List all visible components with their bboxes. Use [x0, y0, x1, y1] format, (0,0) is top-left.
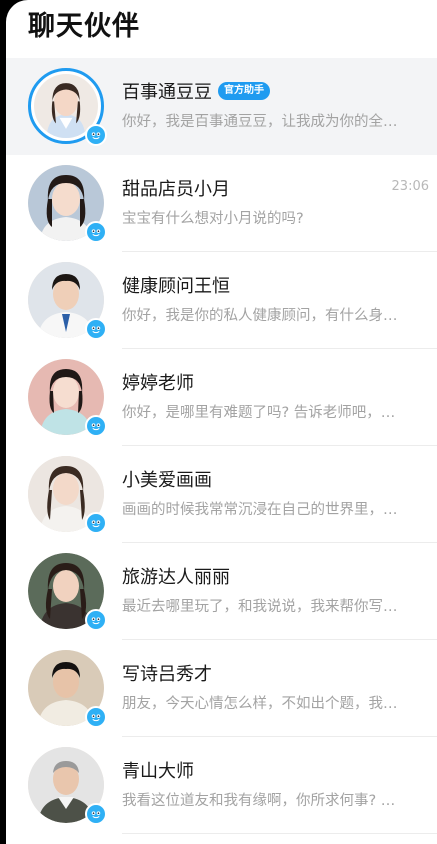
- message-preview: 最近去哪里玩了，和我说说，我来帮你写…: [122, 599, 398, 615]
- conversation-item[interactable]: 青山大师 我看这位道友和我有缘啊，你所求何事? …: [6, 737, 437, 834]
- conversation-item[interactable]: 甜品店员小月 23:06 宝宝有什么想对小月说的吗?: [6, 155, 437, 252]
- message-preview: 宝宝有什么想对小月说的吗?: [122, 211, 304, 227]
- conversation-item[interactable]: 婷婷老师 你好，是哪里有难题了吗? 告诉老师吧，…: [6, 349, 437, 446]
- contact-name: 写诗吕秀才: [122, 664, 212, 685]
- message-preview: 你好，是哪里有难题了吗? 告诉老师吧，…: [122, 405, 396, 421]
- contact-name: 甜品店员小月: [122, 179, 230, 200]
- robot-badge-icon: [85, 803, 107, 825]
- robot-badge-icon: [85, 124, 107, 146]
- contact-name: 健康顾问王恒: [122, 276, 230, 297]
- message-preview: 你好，我是百事通豆豆，让我成为你的全…: [122, 114, 398, 130]
- avatar[interactable]: [28, 165, 107, 243]
- message-preview: 画画的时候我常常沉浸在自己的世界里，…: [122, 502, 398, 518]
- page-title: 聊天伙伴: [28, 11, 140, 42]
- avatar[interactable]: [28, 68, 107, 146]
- avatar[interactable]: [28, 359, 107, 437]
- contact-name: 小美爱画画: [122, 470, 212, 491]
- robot-badge-icon: [85, 706, 107, 728]
- avatar[interactable]: [28, 747, 107, 825]
- contact-name: 旅游达人丽丽: [122, 567, 230, 588]
- avatar[interactable]: [28, 456, 107, 534]
- avatar[interactable]: [28, 262, 107, 340]
- message-preview: 朋友，今天心情怎么样，不如出个题，我…: [122, 696, 398, 712]
- robot-badge-icon: [85, 415, 107, 437]
- official-assistant-tag: 官方助手: [218, 82, 270, 100]
- avatar[interactable]: [28, 553, 107, 631]
- conversation-item[interactable]: 健康顾问王恒 你好，我是你的私人健康顾问，有什么身…: [6, 252, 437, 349]
- message-preview: 你好，我是你的私人健康顾问，有什么身…: [122, 308, 398, 324]
- contact-name: 婷婷老师: [122, 373, 194, 394]
- robot-badge-icon: [85, 318, 107, 340]
- robot-badge-icon: [85, 609, 107, 631]
- robot-badge-icon: [85, 512, 107, 534]
- conversation-item[interactable]: 百事通豆豆 官方助手 你好，我是百事通豆豆，让我成为你的全…: [6, 58, 437, 155]
- conversation-item[interactable]: 写诗吕秀才 朋友，今天心情怎么样，不如出个题，我…: [6, 640, 437, 737]
- avatar[interactable]: [28, 650, 107, 728]
- conversation-item[interactable]: 小美爱画画 画画的时候我常常沉浸在自己的世界里，…: [6, 446, 437, 543]
- conversation-list: 百事通豆豆 官方助手 你好，我是百事通豆豆，让我成为你的全… 甜品店员小月 23…: [6, 58, 437, 834]
- contact-name: 百事通豆豆: [122, 82, 212, 103]
- chat-list-screen: 聊天伙伴 百事通豆豆 官方助手 你好，我是百事通豆豆，让我成为你的全… 甜品店员…: [6, 0, 437, 844]
- robot-badge-icon: [85, 221, 107, 243]
- conversation-item[interactable]: 旅游达人丽丽 最近去哪里玩了，和我说说，我来帮你写…: [6, 543, 437, 640]
- contact-name: 青山大师: [122, 761, 194, 782]
- divider: [122, 833, 437, 834]
- message-time: 23:06: [391, 179, 429, 194]
- message-preview: 我看这位道友和我有缘啊，你所求何事? …: [122, 793, 396, 809]
